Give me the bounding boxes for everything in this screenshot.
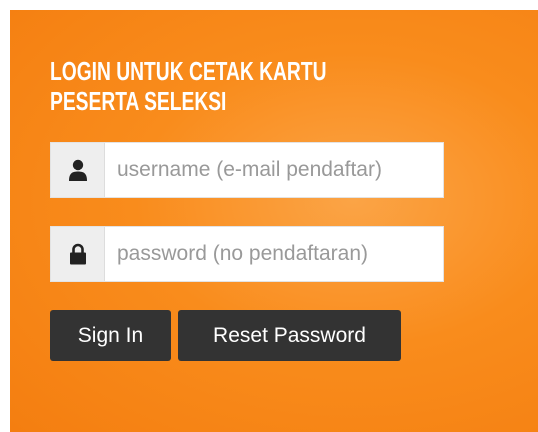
reset-password-button[interactable]: Reset Password (178, 310, 401, 361)
password-field-group (50, 226, 444, 282)
username-field-group (50, 142, 444, 198)
username-input[interactable] (105, 143, 443, 197)
login-panel: LOGIN UNTUK CETAK KARTU PESERTA SELEKSI … (10, 10, 538, 432)
password-input[interactable] (105, 227, 443, 281)
sign-in-button[interactable]: Sign In (50, 310, 171, 361)
user-icon (51, 143, 105, 197)
lock-icon (51, 227, 105, 281)
login-title: LOGIN UNTUK CETAK KARTU PESERTA SELEKSI (50, 56, 327, 116)
